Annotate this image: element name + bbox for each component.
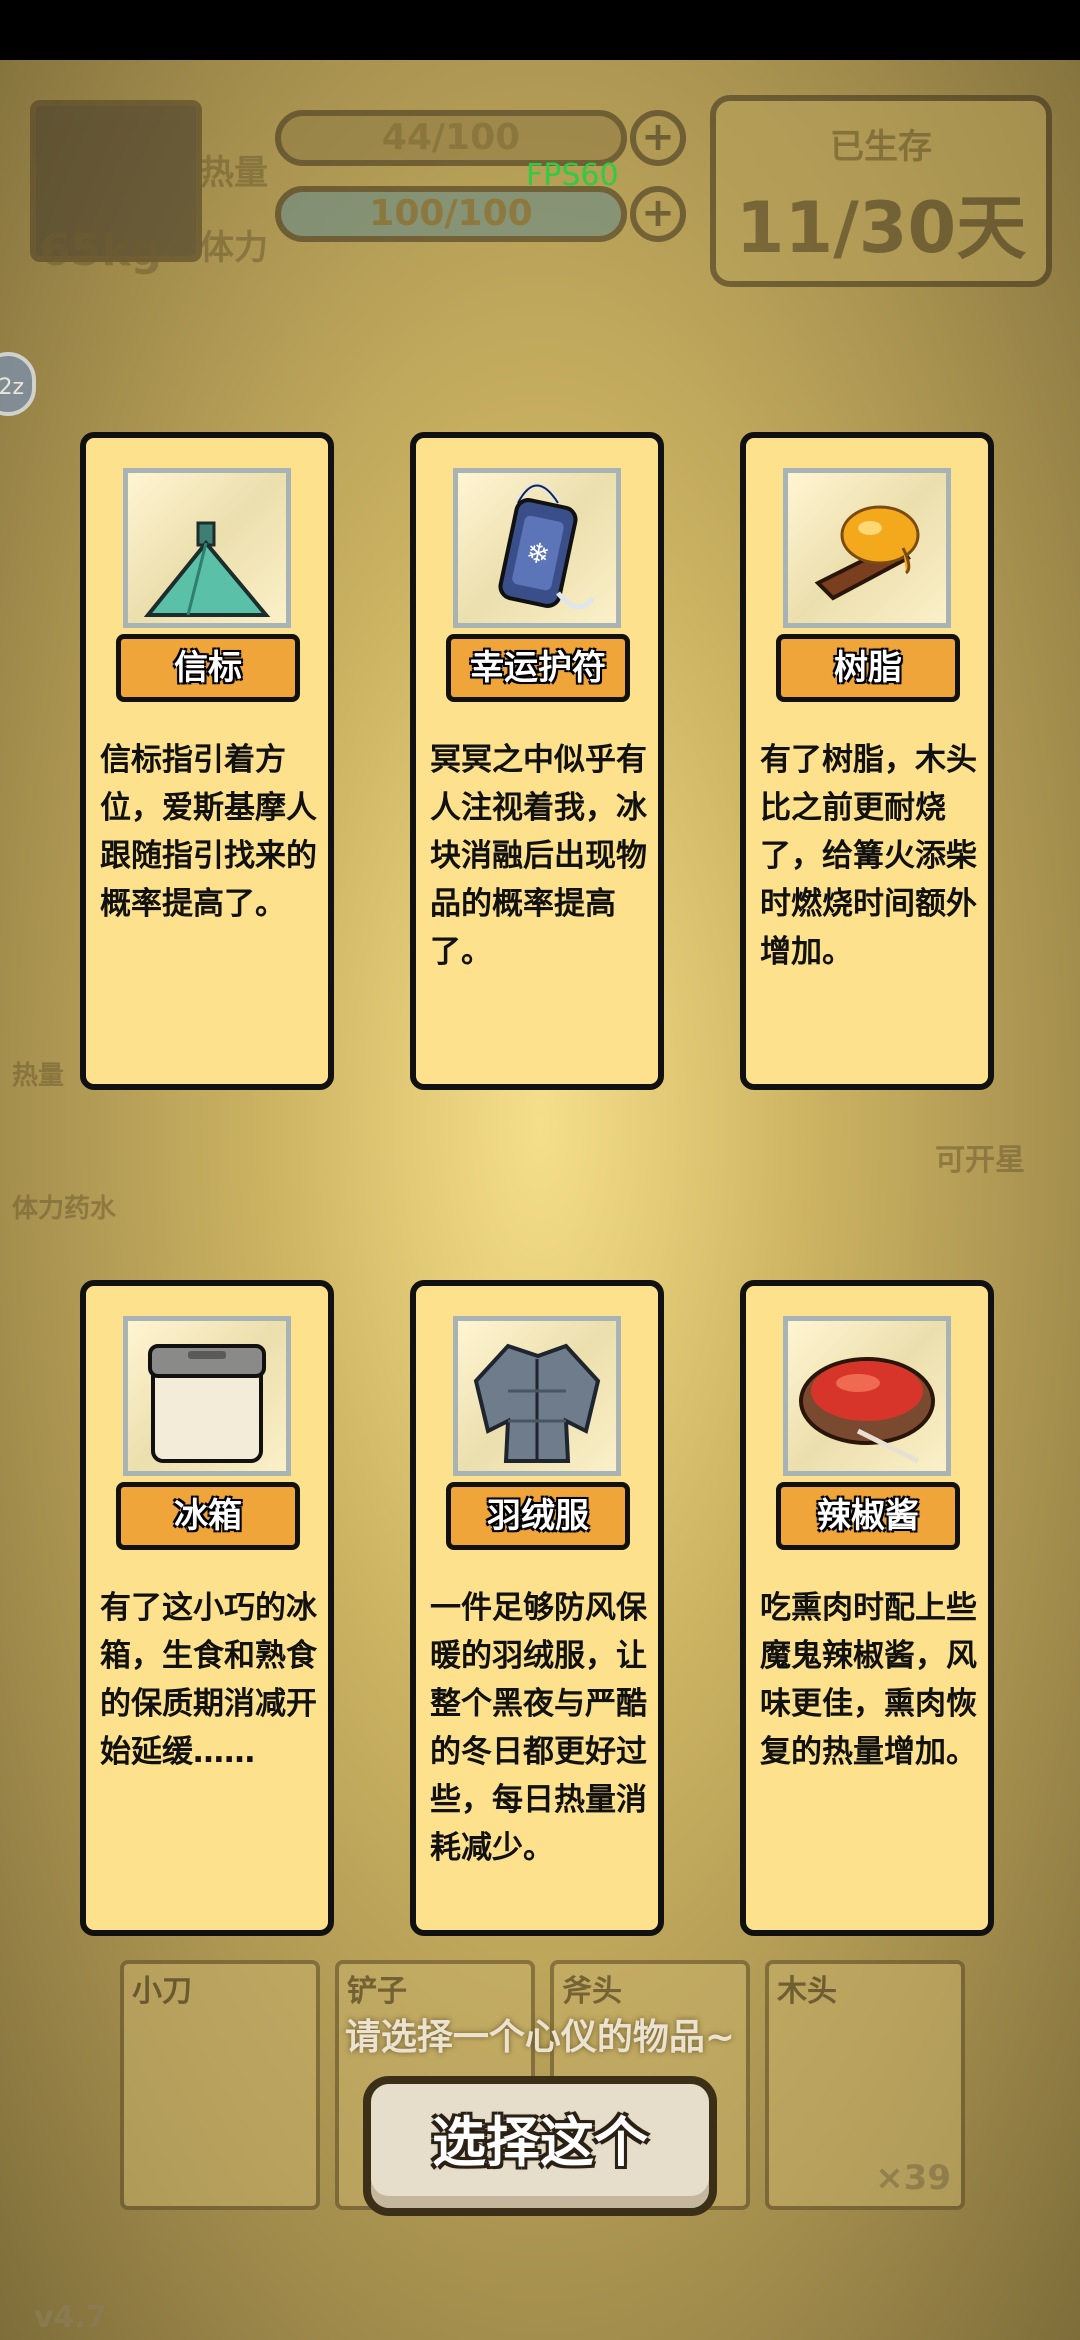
inventory-slot: 木头 ×39 bbox=[765, 1960, 965, 2210]
stamina-plus-button: + bbox=[630, 186, 686, 242]
fps-counter: FPS60 bbox=[526, 158, 619, 193]
version-label: v4.7 bbox=[34, 2300, 107, 2335]
stamina-label: 体力 bbox=[200, 228, 268, 268]
slot-label: 斧头 bbox=[562, 1974, 622, 2009]
item-card-fridge[interactable]: 冰箱 有了这小巧的冰箱，生食和熟食的保质期消减开始延缓…… bbox=[80, 1280, 334, 1936]
item-name: 信标 bbox=[116, 634, 300, 702]
item-frame: ❄ bbox=[453, 468, 621, 628]
stamina-bar: 100/100 bbox=[275, 186, 627, 242]
item-name: 幸运护符 bbox=[446, 634, 630, 702]
item-card-chili-sauce[interactable]: 辣椒酱 吃熏肉时配上些魔鬼辣椒酱，风味更佳，熏肉恢复的热量增加。 bbox=[740, 1280, 994, 1936]
item-frame bbox=[783, 1316, 951, 1476]
select-this-button[interactable]: 选择这个 bbox=[363, 2076, 717, 2216]
slot-label: 铲子 bbox=[347, 1974, 407, 2009]
item-description: 一件足够防风保暖的羽绒服，让整个黑夜与严酷的冬日都更好过些，每日热量消耗减少。 bbox=[430, 1590, 647, 1866]
days-title: 已生存 bbox=[830, 127, 932, 167]
resin-icon bbox=[814, 505, 920, 601]
side-menu-button[interactable]: 2z bbox=[0, 352, 36, 416]
item-frame bbox=[783, 468, 951, 628]
days-survived-panel: 已生存 11/30天 bbox=[710, 95, 1052, 287]
item-name: 辣椒酱 bbox=[776, 1482, 960, 1550]
slot-count: ×39 bbox=[875, 2158, 951, 2198]
item-card-beacon[interactable]: 信标 信标指引着方位，爱斯基摩人跟随指引找来的概率提高了。 bbox=[80, 432, 334, 1090]
inventory-slot: 小刀 bbox=[120, 1960, 320, 2210]
item-description: 有了这小巧的冰箱，生食和熟食的保质期消减开始延缓…… bbox=[100, 1590, 317, 1770]
fridge-icon bbox=[148, 1344, 266, 1463]
heat-label: 热量 bbox=[200, 153, 268, 193]
heat-plus-button: + bbox=[630, 110, 686, 166]
item-description: 吃熏肉时配上些魔鬼辣椒酱，风味更佳，熏肉恢复的热量增加。 bbox=[760, 1590, 977, 1770]
item-description: 有了树脂，木头比之前更耐烧了，给篝火添柴时燃烧时间额外增加。 bbox=[760, 742, 977, 970]
item-card-down-jacket[interactable]: 羽绒服 一件足够防风保暖的羽绒服，让整个黑夜与严酷的冬日都更好过些，每日热量消耗… bbox=[410, 1280, 664, 1936]
weight-value: 65kg bbox=[40, 225, 162, 276]
item-card-resin[interactable]: 树脂 有了树脂，木头比之前更耐烧了，给篝火添柴时燃烧时间额外增加。 bbox=[740, 432, 994, 1090]
bg-stamina-potion-label: 体力药水 bbox=[12, 1194, 117, 1224]
item-frame bbox=[123, 1316, 291, 1476]
item-description: 冥冥之中似乎有人注视着我，冰块消融后出现物品的概率提高了。 bbox=[430, 742, 647, 970]
item-frame bbox=[453, 1316, 621, 1476]
item-name: 冰箱 bbox=[116, 1482, 300, 1550]
beacon-icon bbox=[143, 521, 271, 617]
item-name: 树脂 bbox=[776, 634, 960, 702]
bg-openable-label: 可开星 bbox=[935, 1143, 1025, 1178]
item-description: 信标指引着方位，爱斯基摩人跟随指引找来的概率提高了。 bbox=[100, 742, 317, 922]
item-card-lucky-charm[interactable]: ❄ 幸运护符 冥冥之中似乎有人注视着我，冰块消融后出现物品的概率提高了。 bbox=[410, 432, 664, 1090]
charm-icon: ❄ bbox=[498, 482, 595, 610]
bg-heat-potion-label: 热量 bbox=[12, 1061, 65, 1091]
item-name: 羽绒服 bbox=[446, 1482, 630, 1550]
status-bar bbox=[0, 0, 1080, 60]
selection-prompt: 请选择一个心仪的物品~ bbox=[344, 2017, 736, 2058]
down-jacket-icon bbox=[473, 1343, 601, 1463]
chili-sauce-icon bbox=[799, 1357, 935, 1464]
days-value: 11/30天 bbox=[735, 187, 1027, 269]
slot-label: 木头 bbox=[777, 1974, 837, 2009]
item-frame bbox=[123, 468, 291, 628]
game-screen: 65kg 热量 44/100 + 体力 100/100 + 已生存 11/30天… bbox=[0, 0, 1080, 2340]
slot-label: 小刀 bbox=[132, 1974, 192, 2009]
